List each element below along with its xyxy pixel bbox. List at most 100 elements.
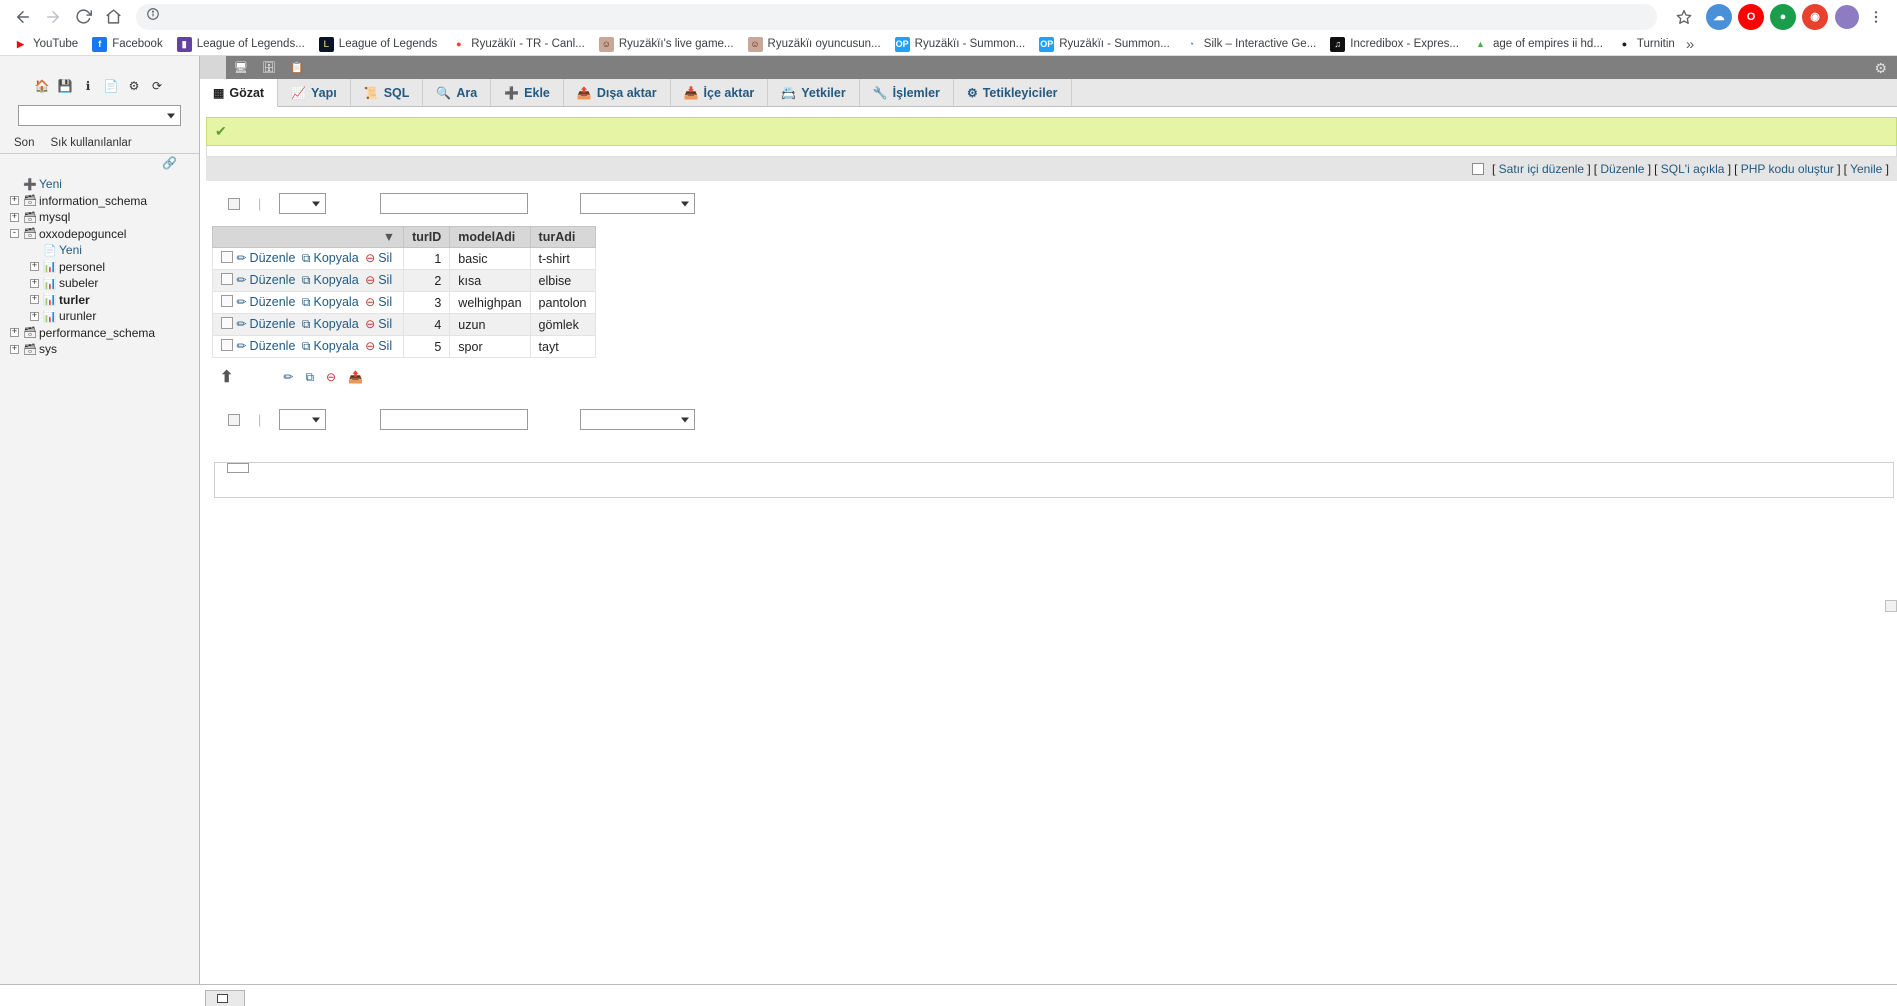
tab-ara[interactable]: 🔍Ara bbox=[423, 79, 491, 106]
row-edit-link[interactable]: ✏Düzenle bbox=[236, 273, 295, 287]
three-dot-menu-icon[interactable] bbox=[1863, 9, 1889, 25]
row-copy-link[interactable]: ⧉Kopyala bbox=[302, 339, 359, 353]
query-action-sql-i-a-kla[interactable]: SQL'i açıkla bbox=[1661, 162, 1725, 176]
tree-node-performance_schema[interactable]: +🗃performance_schema bbox=[4, 325, 199, 342]
expand-icon[interactable]: + bbox=[30, 312, 39, 321]
bookmarks-overflow-icon[interactable]: » bbox=[1682, 36, 1698, 53]
bookmark-item[interactable]: ◔Silk – Interactive Ge... bbox=[1177, 34, 1324, 55]
collapse-icon[interactable]: - bbox=[10, 229, 19, 238]
row-edit-link[interactable]: ✏Düzenle bbox=[236, 339, 295, 353]
cell-turID[interactable]: 3 bbox=[404, 292, 450, 314]
breadcrumb-table[interactable]: 📋 bbox=[290, 61, 308, 74]
breadcrumb-server[interactable]: 🖥 bbox=[234, 61, 252, 74]
query-action-yenile[interactable]: Yenile bbox=[1850, 162, 1882, 176]
cell-turAdi[interactable]: pantolon bbox=[530, 292, 595, 314]
bookmark-item[interactable]: ♫Incredibox - Expres... bbox=[1323, 34, 1466, 55]
tree-node-turler[interactable]: +📊turler bbox=[4, 292, 199, 309]
row-delete-link[interactable]: ⊖Sil bbox=[365, 317, 392, 331]
settings-icon[interactable]: ⚙ bbox=[126, 78, 142, 94]
expand-icon[interactable]: + bbox=[10, 196, 19, 205]
tree-node-urunler[interactable]: +📊urunler bbox=[4, 308, 199, 325]
row-edit-link[interactable]: ✏Düzenle bbox=[236, 317, 295, 331]
phpmyadmin-logo[interactable] bbox=[0, 56, 199, 74]
avatar[interactable] bbox=[1835, 5, 1859, 29]
row-checkbox[interactable] bbox=[221, 339, 233, 351]
cell-turAdi[interactable]: t-shirt bbox=[530, 248, 595, 270]
chain-link-icon[interactable]: 🔗 bbox=[162, 156, 177, 170]
cell-turAdi[interactable]: elbise bbox=[530, 270, 595, 292]
navi-tab-son[interactable]: Son bbox=[6, 134, 42, 153]
page-info-icon[interactable] bbox=[146, 7, 160, 26]
back-arrow-icon[interactable] bbox=[8, 2, 38, 32]
cell-modelAdi[interactable]: welhighpan bbox=[450, 292, 530, 314]
tab-yapı[interactable]: 📈Yapı bbox=[278, 79, 351, 106]
tab-i̇çe-aktar[interactable]: 📥İçe aktar bbox=[671, 79, 769, 106]
tab-yetkiler[interactable]: 📇Yetkiler bbox=[768, 79, 859, 106]
scrollbar-corner[interactable] bbox=[1885, 600, 1897, 612]
extension-icon-opera[interactable]: O bbox=[1738, 4, 1764, 30]
table-row[interactable]: ✏Düzenle ⧉Kopyala ⊖Sil3welhighpanpantolo… bbox=[213, 292, 596, 314]
show-all-checkbox-bottom[interactable] bbox=[228, 414, 240, 426]
expand-icon[interactable]: + bbox=[10, 213, 19, 222]
table-row[interactable]: ✏Düzenle ⧉Kopyala ⊖Sil5sportayt bbox=[213, 336, 596, 358]
navi-tab-sık-kullanılanlar[interactable]: Sık kullanılanlar bbox=[42, 134, 139, 153]
cell-modelAdi[interactable]: spor bbox=[450, 336, 530, 358]
with-selected-export[interactable]: 📤 bbox=[348, 370, 366, 384]
row-copy-link[interactable]: ⧉Kopyala bbox=[302, 251, 359, 265]
tab-i̇şlemler[interactable]: 🔧İşlemler bbox=[860, 79, 954, 106]
bookmark-item[interactable]: ▶YouTube bbox=[6, 34, 85, 55]
tab-dışa-aktar[interactable]: 📤Dışa aktar bbox=[564, 79, 671, 106]
bookmark-item[interactable]: ▲age of empires ii hd... bbox=[1466, 34, 1610, 55]
row-delete-link[interactable]: ⊖Sil bbox=[365, 273, 392, 287]
query-action-php-kodu-olu-tur[interactable]: PHP kodu oluştur bbox=[1741, 162, 1834, 176]
address-bar[interactable] bbox=[136, 4, 1657, 30]
tab-tetikleyiciler[interactable]: ⚙Tetikleyiciler bbox=[954, 79, 1072, 106]
expand-icon[interactable]: + bbox=[30, 279, 39, 288]
tree-node-information_schema[interactable]: +🗃information_schema bbox=[4, 193, 199, 210]
tree-node-Yeni[interactable]: ➕Yeni bbox=[4, 176, 199, 193]
cell-turAdi[interactable]: tayt bbox=[530, 336, 595, 358]
home-icon[interactable] bbox=[98, 2, 128, 32]
sql-query-box[interactable] bbox=[206, 146, 1897, 157]
row-checkbox[interactable] bbox=[221, 273, 233, 285]
bookmark-item[interactable]: OPRyuzäkïı - Summon... bbox=[888, 34, 1033, 55]
forward-arrow-icon[interactable] bbox=[38, 2, 68, 32]
column-header-modelAdi[interactable]: modelAdi bbox=[450, 227, 530, 248]
row-delete-link[interactable]: ⊖Sil bbox=[365, 295, 392, 309]
row-checkbox[interactable] bbox=[221, 295, 233, 307]
bookmark-item[interactable]: ▮League of Legends... bbox=[170, 34, 312, 55]
profile-checkbox[interactable] bbox=[1472, 163, 1484, 175]
tree-node-personel[interactable]: +📊personel bbox=[4, 259, 199, 276]
tab-sql[interactable]: 📜SQL bbox=[351, 79, 424, 106]
extension-icon-red[interactable]: ◉ bbox=[1802, 4, 1828, 30]
console-button[interactable] bbox=[205, 990, 245, 1006]
tree-node-subeler[interactable]: +📊subeler bbox=[4, 275, 199, 292]
bookmark-item[interactable]: ☺Ryuzäkïı's live game... bbox=[592, 34, 741, 55]
settings-gear-icon[interactable]: ⚙ bbox=[1874, 60, 1887, 77]
expand-icon[interactable]: + bbox=[10, 345, 19, 354]
expand-icon[interactable]: + bbox=[30, 295, 39, 304]
query-action-d-zenle[interactable]: Düzenle bbox=[1600, 162, 1644, 176]
sort-select-top[interactable] bbox=[580, 193, 695, 214]
bookmark-star-icon[interactable] bbox=[1669, 2, 1699, 32]
with-selected-delete[interactable]: ⊖ bbox=[326, 370, 339, 384]
row-edit-link[interactable]: ✏Düzenle bbox=[236, 251, 295, 265]
tree-node-Yeni[interactable]: 📄Yeni bbox=[4, 242, 199, 259]
sort-select-bottom[interactable] bbox=[580, 409, 695, 430]
tab-gözat[interactable]: ▦Gözat bbox=[200, 79, 278, 107]
bookmark-item[interactable]: LLeague of Legends bbox=[312, 34, 444, 55]
tree-node-mysql[interactable]: +🗃mysql bbox=[4, 209, 199, 226]
cell-turID[interactable]: 1 bbox=[404, 248, 450, 270]
extension-icon-green[interactable]: ● bbox=[1770, 4, 1796, 30]
row-copy-link[interactable]: ⧉Kopyala bbox=[302, 273, 359, 287]
cell-modelAdi[interactable]: uzun bbox=[450, 314, 530, 336]
show-all-checkbox-top[interactable] bbox=[228, 198, 240, 210]
expand-icon[interactable]: + bbox=[10, 328, 19, 337]
logout-icon[interactable]: 💾 bbox=[57, 78, 73, 94]
bookmark-item[interactable]: ☺Ryuzäkïı oyuncusun... bbox=[741, 34, 888, 55]
row-checkbox[interactable] bbox=[221, 317, 233, 329]
row-checkbox[interactable] bbox=[221, 251, 233, 263]
with-selected-edit[interactable]: ✏ bbox=[283, 370, 296, 384]
cell-turAdi[interactable]: gömlek bbox=[530, 314, 595, 336]
table-row[interactable]: ✏Düzenle ⧉Kopyala ⊖Sil4uzungömlek bbox=[213, 314, 596, 336]
